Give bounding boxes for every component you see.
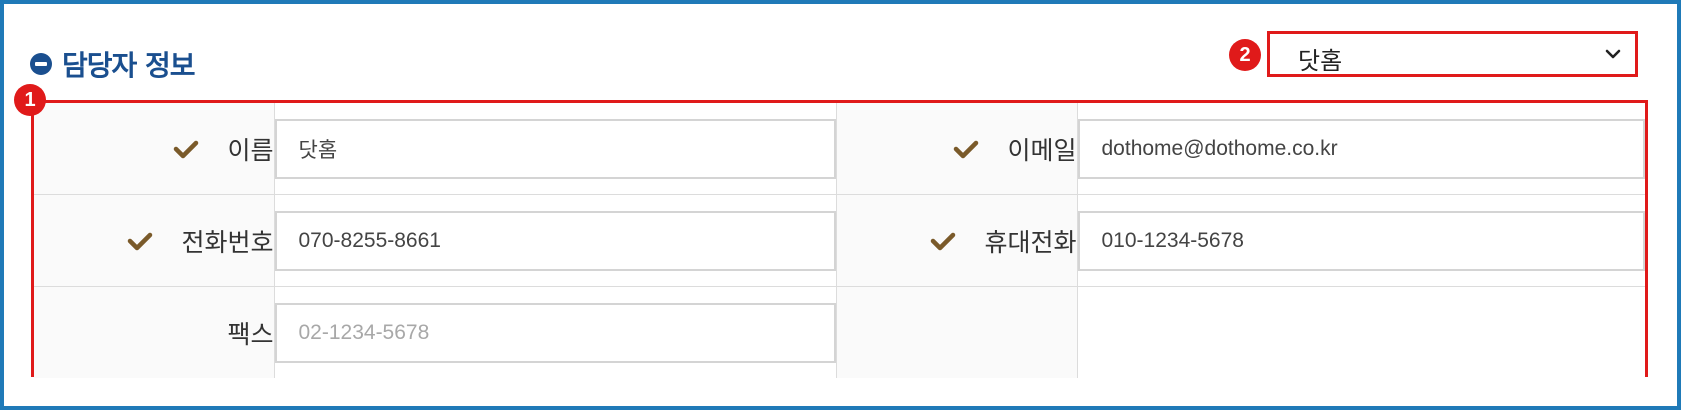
empty-label-cell: [835, 286, 1078, 378]
check-icon: [128, 232, 153, 250]
email-input-cell: dothome@dothome.co.kr: [1076, 103, 1645, 195]
form-row: 이름 닷홈 이메일 dothome@dothome.co.kr: [34, 103, 1645, 195]
email-label: 이메일: [1007, 135, 1077, 165]
email-input[interactable]: dothome@dothome.co.kr: [1077, 118, 1645, 179]
section-title: 담당자 정보: [62, 49, 196, 82]
contact-form: 이름 닷홈 이메일 dothome@dothome.co.kr 전화번호 070: [31, 100, 1648, 378]
name-input-cell: 닷홈: [273, 103, 837, 195]
annotation-badge-2: 2: [1229, 39, 1261, 71]
form-row: 팩스 02-1234-5678: [34, 286, 1645, 378]
fax-input[interactable]: 02-1234-5678: [274, 302, 836, 363]
fax-label: 팩스: [227, 319, 274, 349]
check-icon: [174, 140, 199, 158]
form-row: 전화번호 070-8255-8661 휴대전화 010-1234-5678: [34, 194, 1645, 287]
empty-input-cell: [1076, 286, 1645, 378]
mobile-label-cell: 휴대전화: [835, 194, 1078, 287]
fax-label-cell: 팩스: [34, 286, 275, 378]
minus-circle-icon: [30, 53, 52, 75]
check-icon: [954, 140, 979, 158]
fax-input-cell: 02-1234-5678: [273, 286, 837, 378]
phone-input[interactable]: 070-8255-8661: [274, 210, 836, 271]
mobile-input-cell: 010-1234-5678: [1076, 194, 1645, 287]
name-label-cell: 이름: [34, 103, 275, 195]
mobile-input[interactable]: 010-1234-5678: [1077, 210, 1645, 271]
contact-select[interactable]: 닷홈: [1267, 31, 1638, 77]
phone-label-cell: 전화번호: [34, 194, 275, 287]
name-label: 이름: [227, 135, 274, 165]
annotation-badge-1: 1: [14, 84, 46, 116]
chevron-down-icon: [1605, 49, 1621, 59]
mobile-label: 휴대전화: [984, 227, 1077, 257]
phone-label: 전화번호: [181, 227, 274, 257]
name-input[interactable]: 닷홈: [274, 118, 836, 179]
contact-select-value: 닷홈: [1298, 47, 1343, 75]
phone-input-cell: 070-8255-8661: [273, 194, 837, 287]
check-icon: [931, 232, 956, 250]
section-header: 담당자 정보: [30, 44, 196, 84]
email-label-cell: 이메일: [835, 103, 1078, 195]
